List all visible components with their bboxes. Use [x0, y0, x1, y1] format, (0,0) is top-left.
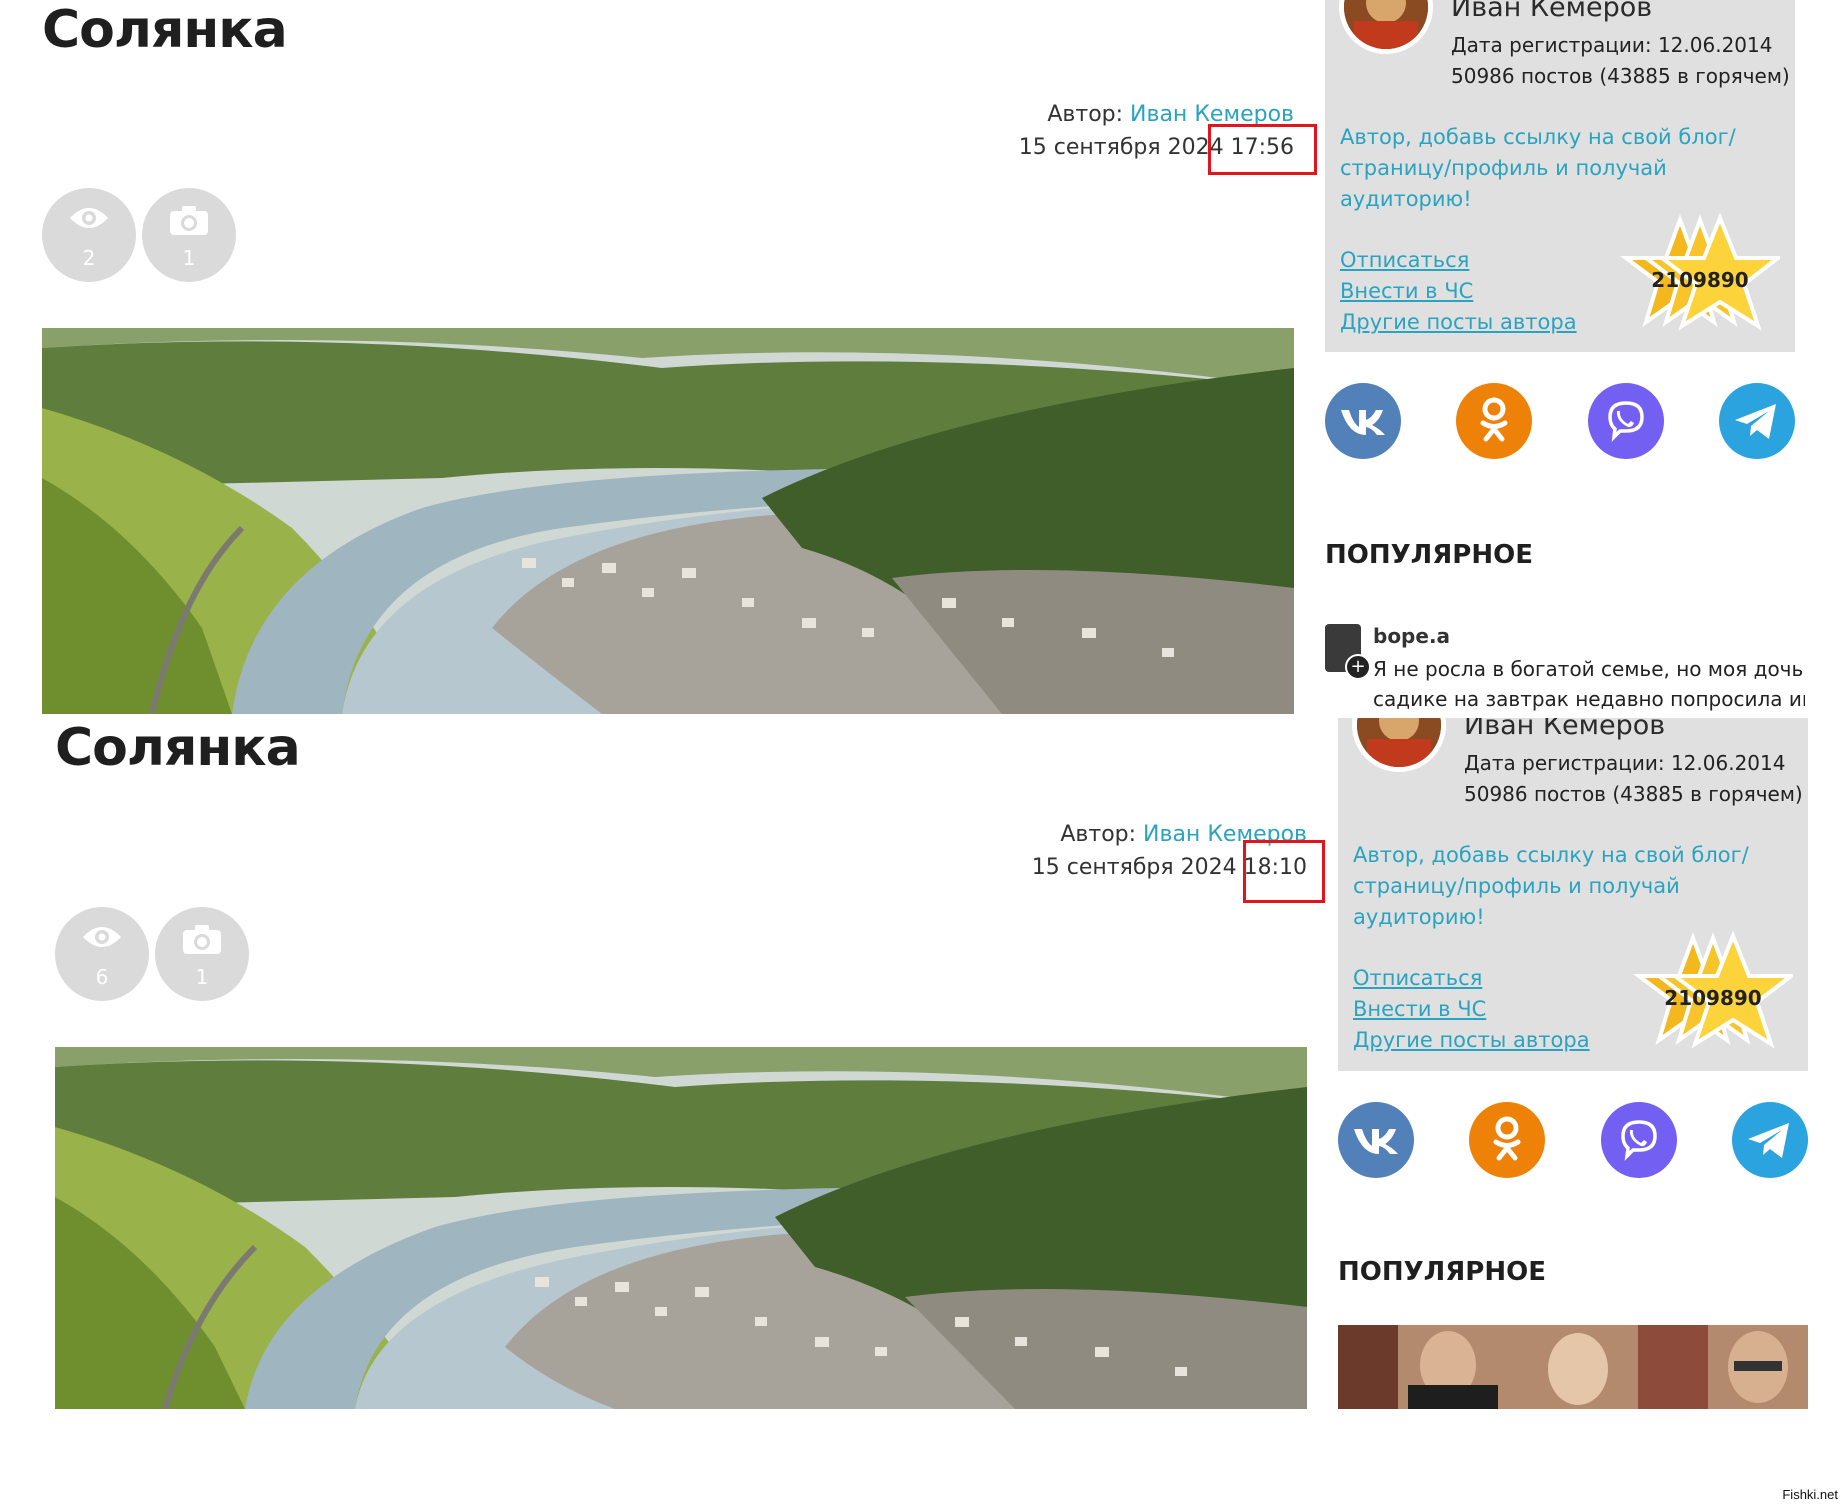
views-counter: 2: [42, 188, 136, 282]
watermark: Fishki.net: [1782, 1487, 1838, 1502]
vk-icon: [1338, 1102, 1414, 1178]
vk-share-button[interactable]: [1325, 383, 1401, 459]
vk-share-button[interactable]: [1338, 1102, 1414, 1178]
rating-badge: 2109890: [1623, 928, 1793, 1078]
photos-counter: 1: [155, 907, 249, 1001]
author-profile-card: Иван Кемеров Дата регистрации: 12.06.201…: [1338, 718, 1808, 1071]
time-highlight-box: [1208, 124, 1317, 175]
ok-share-button[interactable]: [1456, 383, 1532, 459]
views-count: 2: [82, 246, 96, 270]
viber-share-button[interactable]: [1588, 383, 1664, 459]
unsubscribe-link[interactable]: Отписаться: [1353, 966, 1482, 990]
registration-date: Дата регистрации: 12.06.2014: [1464, 751, 1786, 775]
popular-heading: ПОПУЛЯРНОЕ: [1338, 1257, 1546, 1287]
ok-share-button[interactable]: [1469, 1102, 1545, 1178]
popular-post-preview[interactable]: + bope.a Я не росла в богатой семье, но …: [1325, 616, 1805, 716]
plus-icon: +: [1345, 654, 1371, 680]
vk-icon: [1325, 383, 1401, 459]
telegram-share-button[interactable]: [1732, 1102, 1808, 1178]
views-counter: 6: [55, 907, 149, 1001]
promo-link[interactable]: Автор, добавь ссылку на свой блог/страни…: [1353, 840, 1793, 933]
posts-count: 50986 постов (43885 в горячем): [1464, 782, 1803, 806]
river-valley-photo: [55, 1047, 1307, 1409]
registration-date: Дата регистрации: 12.06.2014: [1451, 33, 1773, 57]
post-image[interactable]: [55, 1047, 1307, 1409]
screenshot-panel-2: Солянка Автор: Иван Кемеров 15 сентября …: [0, 718, 1844, 1436]
rating-value: 2109890: [1664, 986, 1762, 1010]
author-avatar[interactable]: [1352, 718, 1446, 772]
posts-count: 50986 постов (43885 в горячем): [1451, 64, 1790, 88]
views-count: 6: [95, 965, 109, 989]
telegram-share-button[interactable]: [1719, 383, 1795, 459]
author-label: Автор:: [1060, 822, 1137, 847]
eye-icon: [70, 208, 108, 228]
popular-post-image[interactable]: [1338, 1325, 1808, 1409]
eye-icon: [83, 927, 121, 947]
viber-icon: [1588, 383, 1664, 459]
viber-icon: [1601, 1102, 1677, 1178]
rating-badge: 2109890: [1610, 210, 1780, 360]
photos-counter: 1: [142, 188, 236, 282]
screenshot-panel-1: Солянка Автор: Иван Кемеров 15 сентября …: [0, 0, 1844, 718]
popular-post-text: Я не росла в богатой семье, но моя дочь …: [1373, 657, 1805, 711]
telegram-icon: [1719, 383, 1795, 459]
viber-share-button[interactable]: [1601, 1102, 1677, 1178]
blacklist-link[interactable]: Внести в ЧС: [1340, 279, 1473, 303]
other-posts-link[interactable]: Другие посты автора: [1353, 1028, 1590, 1052]
odnoklassniki-icon: [1469, 1102, 1545, 1178]
author-label: Автор:: [1047, 102, 1124, 127]
profile-name[interactable]: Иван Кемеров: [1464, 718, 1665, 741]
blacklist-link[interactable]: Внести в ЧС: [1353, 997, 1486, 1021]
odnoklassniki-icon: [1456, 383, 1532, 459]
time-highlight-box: [1243, 840, 1325, 903]
telegram-icon: [1732, 1102, 1808, 1178]
river-valley-photo: [42, 328, 1294, 714]
rating-value: 2109890: [1651, 268, 1749, 292]
photos-count: 1: [195, 965, 209, 989]
popular-heading: ПОПУЛЯРНОЕ: [1325, 540, 1533, 570]
post-image[interactable]: [42, 328, 1294, 714]
popular-photo: [1338, 1325, 1808, 1409]
other-posts-link[interactable]: Другие посты автора: [1340, 310, 1577, 334]
author-avatar[interactable]: [1339, 0, 1433, 54]
post-title: Солянка: [42, 0, 288, 60]
promo-link[interactable]: Автор, добавь ссылку на свой блог/страни…: [1340, 122, 1780, 215]
camera-icon: [183, 925, 221, 954]
photos-count: 1: [182, 246, 196, 270]
camera-icon: [170, 206, 208, 235]
unsubscribe-link[interactable]: Отписаться: [1340, 248, 1469, 272]
profile-name[interactable]: Иван Кемеров: [1451, 0, 1652, 23]
author-profile-card: Иван Кемеров Дата регистрации: 12.06.201…: [1325, 0, 1795, 352]
popular-post-user: bope.a: [1373, 624, 1451, 648]
post-title: Солянка: [55, 718, 301, 778]
